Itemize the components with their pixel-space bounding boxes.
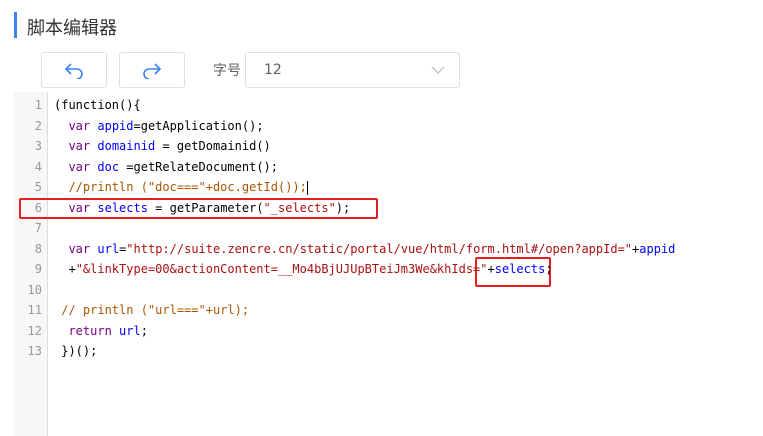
text-cursor <box>306 180 308 195</box>
code-line: var domainid = getDomainid() <box>54 139 271 153</box>
code-line: +"&linkType=00&actionContent=__Mo4bBjUJU… <box>54 262 553 276</box>
page-title: 脚本编辑器 <box>27 18 117 39</box>
code-token: var <box>68 200 91 215</box>
code-token: ); <box>335 200 351 215</box>
code-line: //println ("doc==="+doc.getId()); <box>54 180 308 195</box>
code-line: // println ("url==="+url); <box>54 303 249 317</box>
undo-button[interactable] <box>41 52 107 88</box>
code-token: =getApplication(); <box>133 118 264 133</box>
code-token: var <box>68 241 91 256</box>
code-token: var <box>68 159 91 174</box>
line-number: 9 <box>34 262 42 276</box>
code-token: //println ("doc==="+doc.getId()); <box>54 180 307 194</box>
code-token: domainid <box>97 139 156 153</box>
line-number: 10 <box>27 282 42 297</box>
line-number: 7 <box>34 221 42 235</box>
code-line: var selects = getParameter("_selects"); <box>54 201 350 215</box>
code-token: + <box>54 262 76 276</box>
code-line: var appid=getApplication(); <box>54 118 264 133</box>
redo-button[interactable] <box>119 52 185 88</box>
code-editor[interactable]: 1 2 3 4 5 6 7 8 9 10 11 12 13 (function(){ var appid… <box>14 92 763 436</box>
line-number: 11 <box>27 303 42 317</box>
code-token: = getDomainid() <box>155 139 271 153</box>
line-number: 2 <box>34 118 42 133</box>
code-line: var doc =getRelateDocument(); <box>54 160 278 174</box>
code-token: = getParameter( <box>147 200 264 215</box>
line-number: 12 <box>27 323 42 338</box>
font-size-value: 12 <box>264 62 282 78</box>
code-token: =getRelateDocument(); <box>119 159 279 174</box>
code-line: (function(){ <box>54 98 141 112</box>
code-token: var <box>68 139 91 153</box>
code-token: ; <box>140 323 148 338</box>
code-token: url <box>119 323 141 338</box>
code-line: })(); <box>54 344 97 358</box>
redo-icon <box>143 63 162 79</box>
code-token: doc <box>97 159 120 174</box>
code-token: // println ("url==="+url); <box>54 303 250 317</box>
line-number: 13 <box>27 344 42 358</box>
code-token: selects <box>97 200 148 215</box>
code-token: (function(){ <box>54 98 141 112</box>
line-number: 5 <box>34 180 42 194</box>
code-token: return <box>68 323 112 338</box>
line-number: 1 <box>34 98 42 112</box>
line-number: 4 <box>34 159 42 174</box>
code-token: var <box>68 118 91 133</box>
code-token: + <box>487 262 495 276</box>
code-token: "http://suite.zencre.cn/static/portal/vu… <box>126 241 633 256</box>
code-token: "&linkType=00&actionContent=__Mo4bBjUJUp… <box>75 262 488 276</box>
chevron-down-icon <box>431 66 445 74</box>
code-line: return url; <box>54 324 148 338</box>
undo-icon <box>64 63 83 79</box>
line-number: 8 <box>34 241 42 256</box>
code-token: appid <box>97 118 134 133</box>
code-token: "_selects" <box>263 200 336 215</box>
code-token: selects <box>494 262 546 276</box>
line-number: 3 <box>34 139 42 153</box>
code-token: appid <box>639 241 676 256</box>
code-token: url <box>97 241 120 256</box>
code-token: })(); <box>54 344 98 358</box>
code-token: ; <box>545 262 553 276</box>
font-size-select[interactable]: 12 <box>245 52 460 88</box>
page-title-bar: 脚本编辑器 <box>14 12 117 39</box>
font-size-label: 字号 <box>213 63 241 79</box>
line-number-gutter: 1 2 3 4 5 6 7 8 9 10 11 12 13 <box>14 92 48 436</box>
code-line: var url="http://suite.zencre.cn/static/p… <box>54 242 675 256</box>
